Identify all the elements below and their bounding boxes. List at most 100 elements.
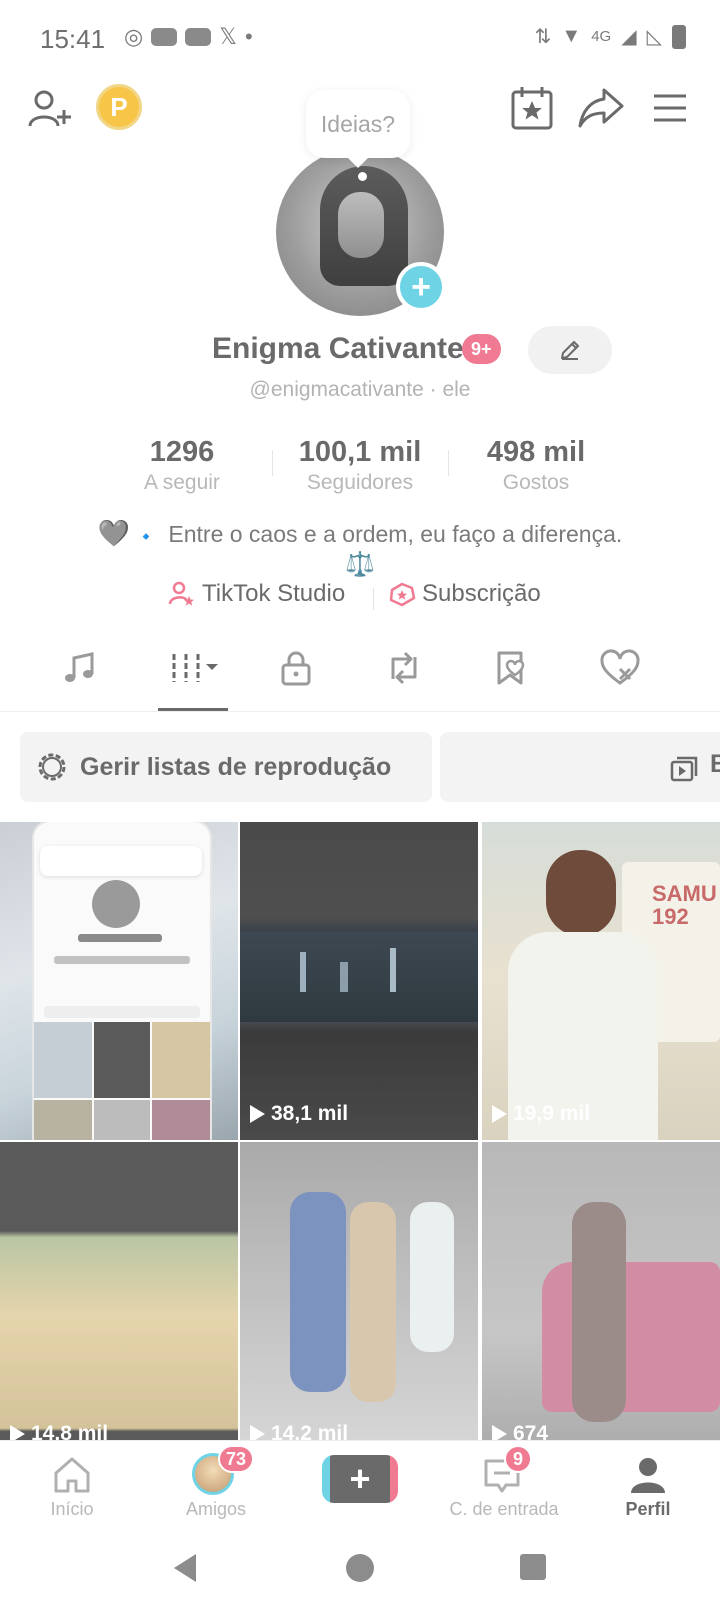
network-label: 4G [591,28,612,45]
username-pronouns: @enigmacativante · ele [249,378,471,401]
scales-emoji: ⚖️ [345,551,375,578]
video-thumbnail[interactable]: 14,2 mil [240,1142,478,1460]
more-dot-icon: • [244,24,253,49]
tab-reposts[interactable] [374,640,434,696]
subscription-link[interactable]: Subscrição [388,580,541,608]
add-friend-icon[interactable] [26,86,74,134]
link-divider [373,588,374,610]
back-icon[interactable] [174,1554,196,1582]
ideas-bubble[interactable]: Ideias? [306,90,410,168]
ideas-dot [358,172,367,181]
blue-diamond-emoji: 🔹 [136,529,156,546]
profile-stats: 1296 A seguir 100,1 mil Seguidores 498 m… [0,436,720,496]
tiktok-studio-link[interactable]: TikTok Studio [168,580,345,608]
menu-icon[interactable] [652,88,688,128]
battery-icon [672,24,686,49]
favorites-icon [497,651,525,685]
video-thumbnail[interactable]: 14,8 mil [0,1142,238,1460]
notification-badge[interactable]: 9+ [462,334,501,364]
gear-icon [38,753,66,781]
stat-label: Seguidores [306,471,414,494]
play-icon [250,1105,265,1123]
subscription-label: Subscrição [422,580,541,607]
create-button[interactable]: + [322,1455,398,1503]
nav-friends[interactable]: 73 Amigos [144,1441,288,1533]
mini-notification [40,846,202,876]
stat-following[interactable]: 1296 A seguir [92,436,272,495]
system-icons: ⇅ ▼ 4G ◢ ◺ [535,24,686,49]
mini-stats [54,956,190,964]
stat-value: 1296 [149,436,215,468]
bio: 🩶 🔹 Entre o caos e a ordem, eu faço a dif… [0,518,720,549]
nav-label: C. de entrada [449,1499,559,1519]
mini-playlist-bar [44,1006,200,1018]
tab-liked[interactable] [590,640,650,696]
data-arrows-icon: ⇅ [534,26,552,48]
nav-label: Início [50,1499,94,1519]
video-grid: 38,1 mil SAMU 192 19,9 mil 14,8 mil 14,2 … [0,822,720,1460]
view-count: 19,9 mil [492,1102,590,1126]
city-night-image [240,932,478,1022]
bottom-nav: Início 73 Amigos + 9 C. de entrada Perfi… [0,1440,720,1532]
video-thumbnail[interactable]: 674 [482,1142,720,1460]
video-thumbnail[interactable] [0,822,238,1140]
pink-car-image [542,1262,720,1412]
profile-icon [631,1458,665,1493]
nav-label: Amigos [185,1499,247,1519]
share-icon[interactable] [578,86,624,130]
building [300,952,306,992]
liked-icon [600,649,640,685]
coin-icon[interactable]: P [96,84,142,130]
tab-music[interactable] [50,640,110,696]
nav-inbox[interactable]: 9 C. de entrada [432,1441,576,1533]
tab-videos[interactable] [164,640,224,696]
signal-icon: ◢ [621,26,637,48]
status-bar: 15:41 ◎ 𝕏 • ⇅ ▼ 4G ◢ ◺ [0,0,720,78]
status-time: 15:41 [40,24,106,54]
inbox-badge: 9 [504,1445,532,1473]
system-nav-bar [0,1532,720,1612]
character-image [410,1202,454,1352]
stat-label: Gostos [502,471,570,494]
character-image [290,1192,346,1392]
playlist-icon [670,756,698,782]
tab-private[interactable] [266,640,326,696]
home-circle-icon[interactable] [346,1554,374,1582]
pencil-icon [561,341,579,360]
stat-likes[interactable]: 498 mil Gostos [446,436,626,495]
manage-playlists-button[interactable]: Gerir listas de reprodução [20,732,432,802]
music-icon [65,652,94,682]
edit-profile-button[interactable] [528,326,612,374]
whatsapp-icon: ◎ [124,24,144,49]
mini-thumb [34,1100,92,1140]
stat-followers[interactable]: 100,1 mil Seguidores [270,436,450,495]
nav-home[interactable]: Início [0,1441,144,1533]
stat-value: 100,1 mil [298,436,422,468]
youtube-icon [151,28,178,46]
recents-icon[interactable] [520,1554,546,1580]
mini-thumb [152,1022,210,1098]
profile-tabs [0,632,720,712]
mini-avatar [92,880,140,928]
play-icon [492,1105,507,1123]
wifi-icon: ▼ [561,25,582,47]
studio-label: TikTok Studio [202,580,346,607]
building [390,948,396,992]
signal-icon-2: ◺ [646,26,662,48]
video-thumbnail[interactable]: 38,1 mil [240,822,478,1140]
studio-icon [168,581,194,606]
playlist-label-partial: B [710,750,720,778]
mini-name [78,934,162,942]
view-count-text: 38,1 mil [271,1102,349,1125]
nav-profile[interactable]: Perfil [576,1441,720,1533]
manage-playlists-label: Gerir listas de reprodução [80,752,392,781]
tab-favorites[interactable] [482,640,542,696]
building [340,962,348,992]
profile-links: TikTok Studio Subscrição [0,578,720,618]
calendar-icon[interactable] [510,84,554,132]
video-thumbnail[interactable]: SAMU 192 19,9 mil [482,822,720,1140]
home-icon [54,1457,90,1493]
playlist-button-2[interactable]: B [440,732,720,802]
add-story-button[interactable]: + [396,262,446,312]
character-image [350,1202,396,1402]
